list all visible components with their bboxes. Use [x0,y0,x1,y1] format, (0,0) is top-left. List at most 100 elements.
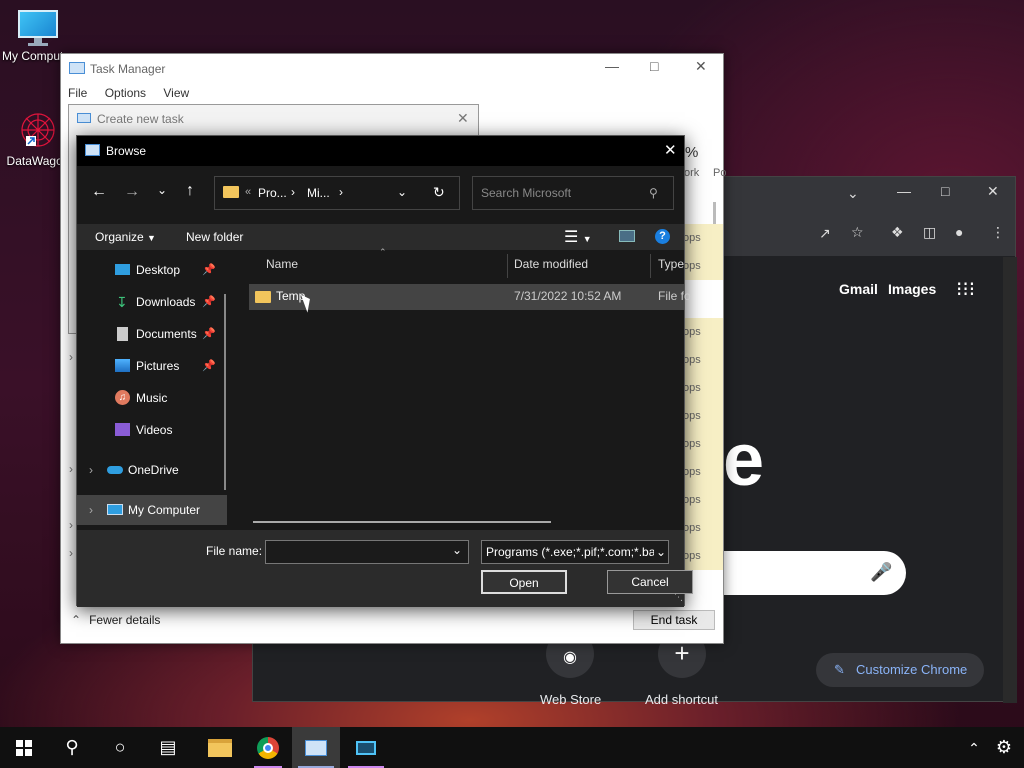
cancel-button[interactable]: Cancel [607,570,693,594]
table-row[interactable]: ops [683,430,723,458]
sidebar-item-pictures[interactable]: Pictures 📌 [77,351,227,381]
task-view-button[interactable]: ▤ [144,727,192,768]
resize-grip-icon[interactable]: ⋱ [674,592,683,603]
task-manager-titlebar: Task Manager — □ ✕ [61,54,723,84]
chevron-down-icon[interactable]: ⌄ [397,185,407,199]
cortana-button[interactable]: ○ [96,727,144,768]
microphone-icon[interactable]: 🎤 [870,562,892,583]
file-list: ⌃ Name Date modified Type Temp 7/31/2022… [235,247,691,530]
preview-pane-icon[interactable] [619,230,635,242]
side-panel-icon[interactable]: ◫ [923,224,936,241]
run-icon [356,741,376,756]
chevron-right-icon[interactable]: › [89,495,93,525]
help-icon[interactable]: ? [655,229,670,244]
gmail-link[interactable]: Gmail [839,281,878,297]
sidebar-item-desktop[interactable]: Desktop 📌 [77,255,227,285]
minimize-icon[interactable]: — [605,58,619,74]
column-divider[interactable] [650,254,651,278]
back-arrow-icon[interactable]: ← [91,183,107,201]
chevron-right-icon[interactable]: › [291,185,295,199]
search-button[interactable]: ⚲ [48,727,96,768]
task-view-icon: ▤ [159,737,177,757]
menu-options[interactable]: Options [105,86,146,100]
chevron-down-icon[interactable]: ⌄ [847,185,859,202]
table-row[interactable]: ops [683,224,723,252]
chrome-scrollbar[interactable] [1003,257,1017,703]
table-row[interactable]: ops [683,542,723,570]
browse-navbar: ← → ⌄ ↑ « Pro... › Mi... › ⌄ ↻ Search Mi… [77,166,684,224]
navigation-pane: Desktop 📌 ↧ Downloads 📌 Documents 📌 Pict… [77,250,234,530]
up-arrow-icon[interactable]: ↑ [186,182,194,200]
column-header-name[interactable]: Name [266,250,298,278]
sidebar-item-label: Pictures [136,359,180,373]
maximize-icon[interactable]: □ [941,183,949,199]
table-row[interactable]: Temp 7/31/2022 10:52 AM File fo [249,284,691,310]
sidebar-item-music[interactable]: ♫ Music [77,383,227,413]
task-manager-taskbar-button[interactable] [292,727,340,768]
table-row[interactable]: ops [683,402,723,430]
sidebar-item-onedrive[interactable]: › OneDrive [77,455,227,485]
share-icon[interactable]: ↗ [819,225,831,242]
close-icon[interactable]: ✕ [664,141,677,159]
apps-grid-icon[interactable]: ⁝⁝⁝ [956,277,975,302]
sidebar-scrollbar[interactable] [224,294,226,490]
browse-app-icon [85,144,100,156]
maximize-icon[interactable]: □ [650,58,658,74]
view-options-icon[interactable]: ☰ ▼ [564,227,592,247]
column-header-type[interactable]: Type [658,250,684,278]
address-bar[interactable]: « Pro... › Mi... › ⌄ ↻ [214,176,460,210]
table-row[interactable]: ops [683,252,723,280]
sidebar-item-downloads[interactable]: ↧ Downloads 📌 [77,287,227,317]
table-row[interactable]: ops [683,318,723,346]
bookmark-star-icon[interactable]: ☆ [851,224,864,241]
breadcrumb-item[interactable]: Mi... [307,186,330,200]
forward-arrow-icon[interactable]: → [124,183,140,201]
sidebar-item-videos[interactable]: Videos [77,415,227,445]
table-row[interactable]: ops [683,374,723,402]
extensions-icon[interactable]: ❖ [891,224,904,241]
open-button[interactable]: Open [481,570,567,594]
customize-chrome-button[interactable]: ✎ Customize Chrome [816,653,984,687]
refresh-icon[interactable]: ↻ [433,184,445,201]
breadcrumb-item[interactable]: Pro... [258,186,287,200]
chevron-down-icon[interactable]: ⌄ [452,543,462,557]
end-task-button[interactable]: End task [633,610,715,630]
table-row[interactable]: ops [683,514,723,542]
horizontal-scrollbar[interactable] [253,521,551,523]
column-divider[interactable] [507,254,508,278]
organize-button[interactable]: Organize ▼ [95,230,156,244]
close-icon[interactable]: ✕ [987,183,999,200]
file-type-select[interactable]: Programs (*.exe;*.pif;*.com;*.ba ⌄ [481,540,669,564]
table-row[interactable]: ops [683,458,723,486]
images-link[interactable]: Images [888,281,936,297]
chevron-right-icon[interactable]: › [339,185,343,199]
table-row[interactable]: ops [683,486,723,514]
sidebar-item-documents[interactable]: Documents 📌 [77,319,227,349]
settings-button[interactable]: ⚙ [984,727,1024,768]
close-icon[interactable]: ✕ [457,110,469,127]
sidebar-item-my-computer[interactable]: › My Computer [77,495,227,525]
menu-view[interactable]: View [163,86,189,100]
chevron-right-icon[interactable]: › [69,546,73,560]
chevron-right-icon[interactable]: › [69,350,73,364]
start-button[interactable] [0,727,48,768]
recent-locations-chevron-icon[interactable]: ⌄ [157,183,167,197]
table-row[interactable]: ops [683,346,723,374]
search-input[interactable]: Search Microsoft ⚲ [472,176,674,210]
chrome-taskbar-button[interactable] [244,727,292,768]
file-explorer-button[interactable] [196,727,244,768]
new-folder-button[interactable]: New folder [186,230,243,244]
run-taskbar-button[interactable] [342,727,390,768]
fewer-details-link[interactable]: ⌃ Fewer details [71,613,160,627]
breadcrumb-overflow[interactable]: « [245,186,251,198]
menu-file[interactable]: File [68,86,87,100]
profile-icon[interactable]: ● [955,224,963,240]
chevron-right-icon[interactable]: › [89,455,93,485]
chevron-right-icon[interactable]: › [69,518,73,532]
file-name-field[interactable]: ⌄ [265,540,469,564]
menu-dots-icon[interactable]: ⋮ [991,224,1005,241]
column-header-date[interactable]: Date modified [514,250,588,278]
close-icon[interactable]: ✕ [695,58,707,75]
chevron-right-icon[interactable]: › [69,462,73,476]
minimize-icon[interactable]: — [897,183,911,199]
